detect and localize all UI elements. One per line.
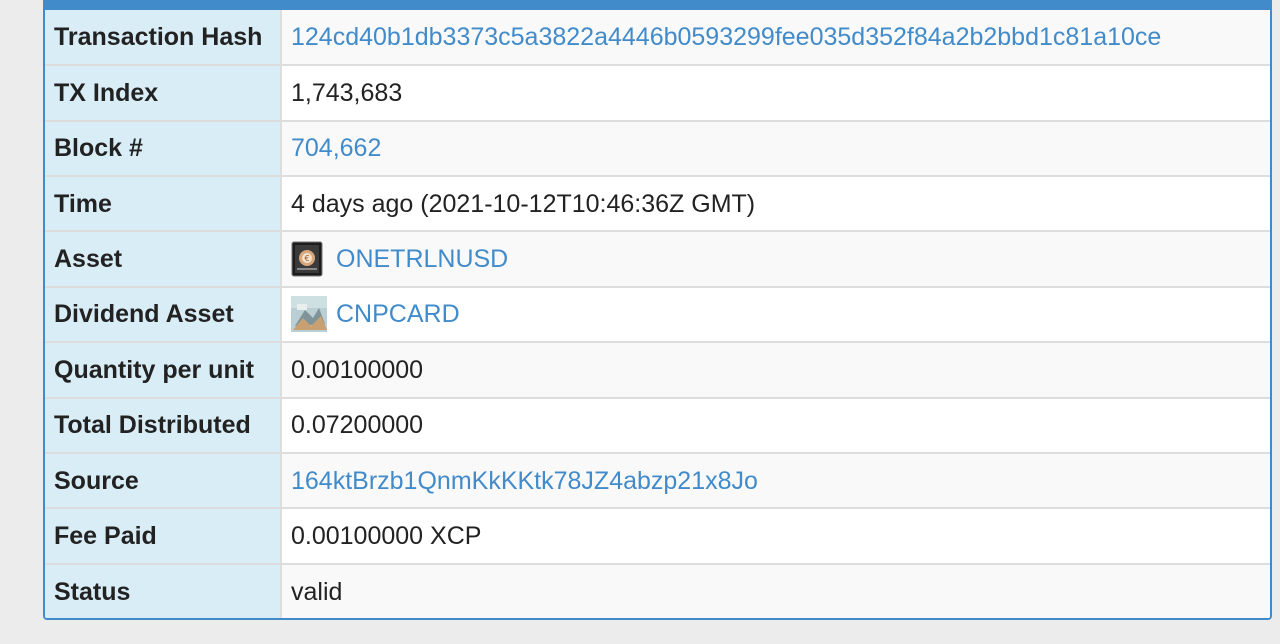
row-label-fee-paid: Fee Paid: [45, 507, 282, 564]
dividend-asset-wrap: CNPCARD: [291, 296, 1270, 333]
table-row: Dividend Asset CNPCARD: [45, 285, 1270, 343]
dividend-asset-link[interactable]: CNPCARD: [336, 300, 460, 328]
row-label-time: Time: [45, 175, 282, 232]
row-label-asset: Asset: [45, 230, 282, 287]
row-label-tx-hash: Transaction Hash: [45, 10, 282, 66]
row-value-status: valid: [281, 562, 1270, 618]
table-row: Status valid: [45, 562, 1270, 618]
block-link[interactable]: 704,662: [291, 134, 381, 162]
table-row: Fee Paid 0.00100000 XCP: [45, 507, 1270, 564]
row-label-quantity-per-unit: Quantity per unit: [45, 341, 282, 398]
row-label-status: Status: [45, 562, 282, 618]
table-row: Time 4 days ago (2021-10-12T10:46:36Z GM…: [45, 175, 1270, 232]
row-value-asset: € ONETRLNUSD: [281, 230, 1270, 287]
row-label-total-distributed: Total Distributed: [45, 396, 282, 453]
row-value-quantity-per-unit: 0.00100000: [281, 341, 1270, 398]
row-value-fee-paid: 0.00100000 XCP: [281, 507, 1270, 564]
table-row: TX Index 1,743,683: [45, 64, 1270, 121]
row-value-dividend-asset: CNPCARD: [281, 285, 1270, 343]
onetrlnusd-card-icon[interactable]: €: [291, 241, 323, 277]
table-row: Quantity per unit 0.00100000: [45, 341, 1270, 398]
row-value-time: 4 days ago (2021-10-12T10:46:36Z GMT): [281, 175, 1270, 232]
row-label-block: Block #: [45, 119, 282, 177]
transaction-details-table: Transaction Hash 124cd40b1db3373c5a3822a…: [45, 10, 1270, 618]
tx-hash-link[interactable]: 124cd40b1db3373c5a3822a4446b0593299fee03…: [291, 23, 1161, 51]
row-value-total-distributed: 0.07200000: [281, 396, 1270, 453]
row-label-source: Source: [45, 451, 282, 509]
svg-text:€: €: [304, 254, 309, 263]
table-row: Asset € ONETRLNUSD: [45, 230, 1270, 287]
panel-header-bar: [45, 0, 1270, 10]
transaction-details-panel: Transaction Hash 124cd40b1db3373c5a3822a…: [43, 0, 1272, 620]
table-row: Source 164ktBrzb1QnmKkKKtk78JZ4abzp21x8J…: [45, 451, 1270, 509]
row-value-block: 704,662: [281, 119, 1270, 177]
table-row: Transaction Hash 124cd40b1db3373c5a3822a…: [45, 10, 1270, 66]
row-value-tx-index: 1,743,683: [281, 64, 1270, 121]
table-row: Block # 704,662: [45, 119, 1270, 177]
asset-link[interactable]: ONETRLNUSD: [336, 245, 508, 273]
row-label-dividend-asset: Dividend Asset: [45, 285, 282, 343]
row-value-source: 164ktBrzb1QnmKkKKtk78JZ4abzp21x8Jo: [281, 451, 1270, 509]
cnpcard-card-icon[interactable]: [291, 296, 327, 333]
asset-wrap: € ONETRLNUSD: [291, 241, 1270, 277]
row-value-tx-hash: 124cd40b1db3373c5a3822a4446b0593299fee03…: [281, 10, 1270, 66]
source-address-link[interactable]: 164ktBrzb1QnmKkKKtk78JZ4abzp21x8Jo: [291, 467, 758, 495]
table-row: Total Distributed 0.07200000: [45, 396, 1270, 453]
row-label-tx-index: TX Index: [45, 64, 282, 121]
